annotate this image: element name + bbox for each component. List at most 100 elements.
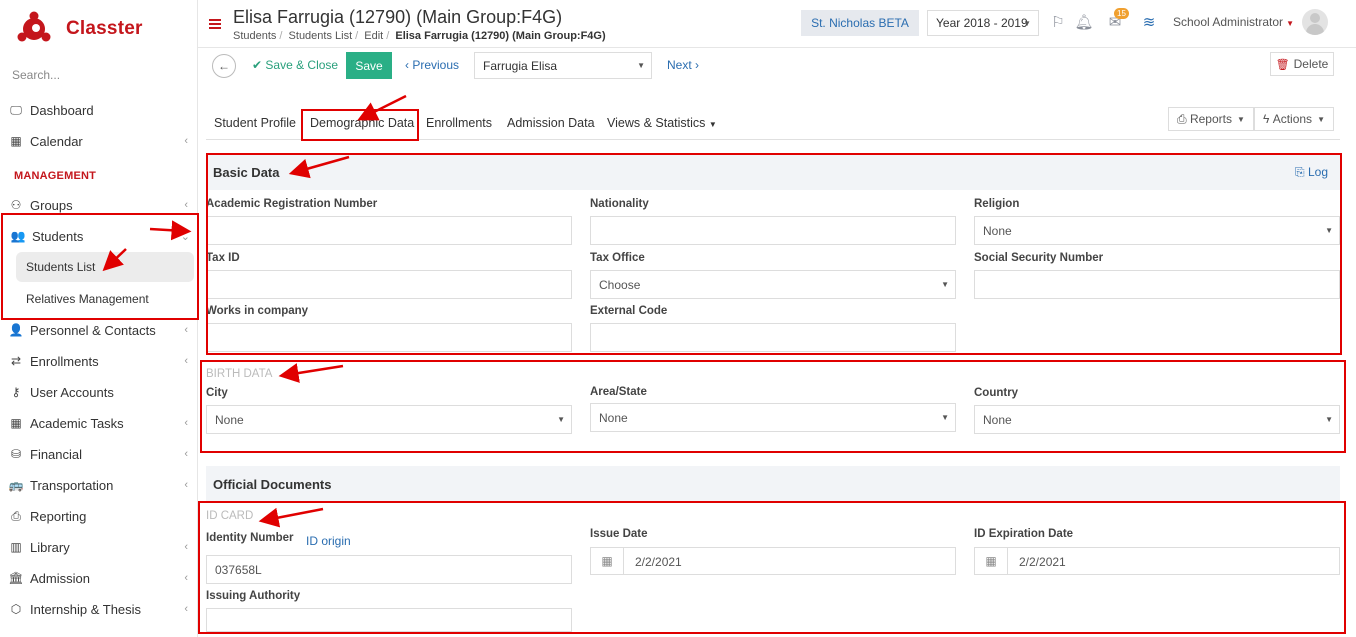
caret-down-icon: ▼ (1236, 114, 1245, 124)
caret-down-icon: ▼ (1286, 19, 1294, 28)
sidebar-item-label: Internship & Thesis (30, 601, 142, 617)
sidebar-item-internship[interactable]: ⬡ Internship & Thesis ‹ (8, 596, 194, 622)
breadcrumb-edit[interactable]: Edit (364, 30, 383, 42)
sidebar-item-label: Dashboard (30, 102, 94, 118)
avatar[interactable] (1302, 9, 1328, 35)
sidebar-item-label: Groups (30, 197, 73, 213)
printer-icon: ⎙ (11, 508, 21, 523)
person-icon: 👤 (8, 323, 24, 337)
sidebar-item-label: Calendar (30, 133, 83, 149)
tab-enrollments[interactable]: Enrollments (426, 116, 492, 130)
official-documents-header: Official Documents (206, 466, 1340, 502)
previous-button[interactable]: ‹ Previous (405, 58, 459, 72)
menu-toggle-icon[interactable] (209, 19, 221, 29)
sidebar-item-admission[interactable]: 🏛 Admission ‹ (8, 565, 194, 591)
bolt-icon: ϟ (1263, 112, 1270, 126)
sidebar-item-label: Personnel & Contacts (30, 322, 156, 338)
sidebar-item-label: Financial (30, 446, 83, 462)
save-button[interactable]: Save (346, 52, 392, 79)
save-close-label: Save & Close (265, 58, 339, 72)
annotation-box-birth-data (200, 360, 1346, 453)
student-select-value: Farrugia Elisa (483, 58, 558, 73)
user-name: School Administrator (1173, 15, 1284, 29)
actions-button[interactable]: ϟ Actions ▼ (1254, 107, 1334, 131)
check-icon: ✔ (252, 58, 263, 72)
bell-icon[interactable]: 🔔︎ (1074, 13, 1093, 31)
school-selector[interactable]: St. Nicholas BETA (801, 10, 919, 36)
mail-count-badge: 15 (1114, 8, 1129, 19)
annotation-box-id-card (198, 501, 1346, 634)
sidebar-item-reporting[interactable]: ⎙ Reporting (8, 503, 194, 529)
reports-button[interactable]: ⎙ Reports ▼ (1168, 107, 1254, 131)
breadcrumb-students[interactable]: Students (233, 30, 276, 42)
chevron-left-icon: ‹ (184, 324, 188, 336)
sidebar-item-library[interactable]: ▥ Library ‹ (8, 534, 194, 560)
sidebar-item-financial[interactable]: ⛁ Financial ‹ (8, 441, 194, 467)
app-logo[interactable]: Classter (16, 11, 143, 47)
sidebar-item-label: Transportation (30, 477, 114, 493)
back-button[interactable]: ← (212, 54, 236, 78)
groups-icon: ⚇ (10, 198, 22, 212)
flag-icon[interactable]: ⚐ (1049, 13, 1067, 31)
year-selector[interactable]: Year 2018 - 2019 ▼ (927, 10, 1039, 36)
student-select[interactable]: Farrugia Elisa ▼ (474, 52, 652, 79)
sidebar-item-calendar[interactable]: ▦ Calendar ‹ (8, 128, 194, 154)
printer-icon: ⎙ (1177, 111, 1187, 126)
sidebar-item-user-accounts[interactable]: ⚷ User Accounts (8, 379, 194, 405)
sidebar-item-label: User Accounts (30, 384, 114, 400)
toolbar-divider (198, 47, 1356, 48)
calendar-icon: ▦ (10, 134, 22, 148)
previous-label: Previous (412, 58, 460, 72)
sidebar-item-label: Enrollments (30, 353, 99, 369)
grid-icon: ▦ (10, 416, 22, 430)
management-heading: MANAGEMENT (14, 170, 97, 182)
sidebar-item-label: Reporting (30, 508, 87, 524)
annotation-box-demographic-tab (301, 109, 419, 141)
classter-logo-icon (16, 11, 52, 47)
user-menu[interactable]: School Administrator ▼ (1173, 15, 1294, 29)
delete-button[interactable]: 🗑 Delete (1270, 52, 1334, 76)
institution-icon: 🏛 (8, 571, 24, 585)
cube-icon: ⬡ (10, 602, 22, 616)
tab-admission-data[interactable]: Admission Data (507, 116, 595, 130)
reports-label: Reports (1189, 112, 1232, 126)
exchange-icon: ⇄ (10, 354, 22, 368)
sidebar-item-label: Admission (30, 570, 90, 586)
chevron-left-icon: ‹ (184, 541, 188, 553)
chevron-right-icon: › (695, 58, 700, 72)
chevron-left-icon: ‹ (184, 135, 188, 147)
annotation-box-basic-data (206, 153, 1342, 355)
tab-student-profile[interactable]: Student Profile (214, 116, 296, 130)
sidebar-item-enrollments[interactable]: ⇄ Enrollments ‹ (8, 348, 194, 374)
chevron-left-icon: ‹ (184, 479, 188, 491)
chevron-left-icon: ‹ (184, 448, 188, 460)
year-selector-value: Year 2018 - 2019 (936, 16, 1028, 30)
sidebar-item-personnel[interactable]: 👤 Personnel & Contacts ‹ (8, 317, 194, 343)
tab-views-statistics[interactable]: Views & Statistics ▼ (607, 116, 717, 130)
caret-down-icon: ▼ (637, 61, 645, 70)
caret-down-icon: ▼ (708, 120, 717, 129)
sidebar-item-academic-tasks[interactable]: ▦ Academic Tasks ‹ (8, 410, 194, 436)
breadcrumb-students-list[interactable]: Students List (289, 30, 353, 42)
trash-icon: 🗑 (1275, 58, 1290, 71)
sidebar-item-label: Library (30, 539, 70, 555)
official-documents-title: Official Documents (213, 476, 332, 492)
sidebar-item-transportation[interactable]: 🚌 Transportation ‹ (8, 472, 194, 498)
breadcrumb: Students / Students List / Edit / Elisa Far… (233, 30, 606, 42)
save-close-button[interactable]: ✔ Save & Close (252, 58, 338, 72)
delete-label: Delete (1293, 57, 1329, 71)
arrow-left-icon: ← (218, 59, 230, 73)
app-root: Classter Search... 🖵 Dashboard ▦ Calenda… (0, 0, 1356, 637)
monitor-icon: 🖵 (10, 102, 22, 117)
chevron-left-icon: ‹ (184, 572, 188, 584)
coins-icon: ⛁ (10, 447, 22, 461)
actions-label: Actions (1272, 112, 1313, 126)
layers-icon[interactable]: ≋ (1140, 13, 1158, 31)
sidebar-search-input[interactable]: Search... (12, 68, 60, 82)
sidebar-item-label: Academic Tasks (30, 415, 124, 431)
sidebar-item-dashboard[interactable]: 🖵 Dashboard (8, 97, 194, 123)
caret-down-icon: ▼ (1317, 114, 1325, 124)
next-label: Next (667, 58, 692, 72)
caret-down-icon: ▼ (1023, 18, 1031, 28)
next-button[interactable]: Next › (667, 58, 699, 72)
